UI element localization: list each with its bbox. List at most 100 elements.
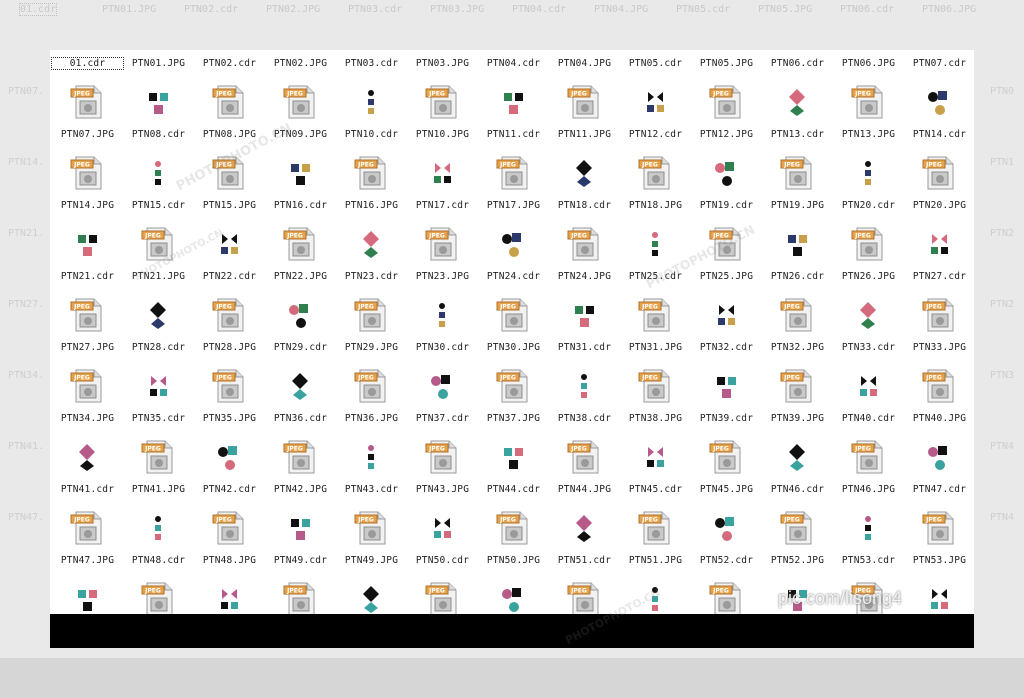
file-item[interactable]: JPEG PTN44.JPG xyxy=(549,436,620,507)
file-item[interactable]: PTN14.cdr xyxy=(904,81,974,152)
file-item[interactable]: JPEG PTN35.JPG xyxy=(194,365,265,436)
file-item[interactable]: JPEG PTN07.JPG xyxy=(52,81,123,152)
file-item[interactable]: JPEG PTN36.JPG xyxy=(336,365,407,436)
file-item[interactable]: PTN20.cdr xyxy=(833,152,904,223)
file-item[interactable]: PTN16.cdr xyxy=(265,152,336,223)
file-item[interactable]: JPEG PTN40.JPG xyxy=(904,365,974,436)
file-item[interactable]: JPEG PTN08.JPG xyxy=(194,81,265,152)
file-item[interactable]: PTN15.cdr xyxy=(123,152,194,223)
file-item[interactable]: PTN29.cdr xyxy=(265,294,336,365)
file-item[interactable]: JPEG xyxy=(691,578,762,614)
file-item[interactable]: PTN37.cdr xyxy=(407,365,478,436)
file-item[interactable]: JPEG xyxy=(549,578,620,614)
file-item[interactable]: JPEG PTN39.JPG xyxy=(762,365,833,436)
file-item[interactable]: PTN26.cdr xyxy=(762,223,833,294)
file-item[interactable]: PTN22.cdr xyxy=(194,223,265,294)
file-item[interactable]: PTN25.cdr xyxy=(620,223,691,294)
file-item[interactable]: JPEG PTN10.JPG xyxy=(407,81,478,152)
file-item[interactable] xyxy=(52,578,123,614)
file-item[interactable]: JPEG PTN01.JPG xyxy=(123,50,194,81)
file-item[interactable]: JPEG PTN37.JPG xyxy=(478,365,549,436)
file-item[interactable]: JPEG PTN53.JPG xyxy=(904,507,974,578)
file-item[interactable]: PTN13.cdr xyxy=(762,81,833,152)
file-item[interactable]: JPEG xyxy=(265,578,336,614)
file-item[interactable]: PTN42.cdr xyxy=(194,436,265,507)
file-item[interactable]: JPEG PTN19.JPG xyxy=(762,152,833,223)
file-item[interactable]: JPEG xyxy=(407,578,478,614)
file-item[interactable]: PTN41.cdr xyxy=(52,436,123,507)
file-item[interactable]: JPEG PTN28.JPG xyxy=(194,294,265,365)
file-item[interactable]: JPEG PTN16.JPG xyxy=(336,152,407,223)
file-item[interactable] xyxy=(478,578,549,614)
file-item[interactable]: PTN38.cdr xyxy=(549,365,620,436)
file-item[interactable]: JPEG PTN06.JPG xyxy=(833,50,904,81)
file-item[interactable]: PTN39.cdr xyxy=(691,365,762,436)
file-item[interactable]: PTN52.cdr xyxy=(691,507,762,578)
file-item[interactable]: JPEG PTN26.JPG xyxy=(833,223,904,294)
file-item[interactable]: JPEG PTN15.JPG xyxy=(194,152,265,223)
file-item[interactable]: PTN51.cdr xyxy=(549,507,620,578)
file-item[interactable]: PTN24.cdr xyxy=(478,223,549,294)
file-item[interactable]: JPEG PTN11.JPG xyxy=(549,81,620,152)
file-item[interactable] xyxy=(620,578,691,614)
file-item[interactable]: PTN46.cdr xyxy=(762,436,833,507)
file-item[interactable]: JPEG PTN22.JPG xyxy=(265,223,336,294)
file-item[interactable]: PTN06.cdr xyxy=(762,50,833,81)
file-item[interactable]: JPEG PTN12.JPG xyxy=(691,81,762,152)
file-item[interactable]: JPEG PTN45.JPG xyxy=(691,436,762,507)
file-item[interactable]: JPEG PTN33.JPG xyxy=(904,294,974,365)
file-item[interactable]: PTN03.cdr xyxy=(336,50,407,81)
file-item[interactable]: PTN33.cdr xyxy=(833,294,904,365)
file-item[interactable]: PTN19.cdr xyxy=(691,152,762,223)
file-item[interactable] xyxy=(904,578,974,614)
file-item[interactable]: PTN43.cdr xyxy=(336,436,407,507)
file-item[interactable]: JPEG PTN14.JPG xyxy=(52,152,123,223)
file-item[interactable]: PTN21.cdr xyxy=(52,223,123,294)
file-item[interactable]: PTN40.cdr xyxy=(833,365,904,436)
file-item[interactable]: 01.cdr xyxy=(51,50,124,81)
file-item[interactable]: JPEG PTN03.JPG xyxy=(407,50,478,81)
file-item[interactable] xyxy=(336,578,407,614)
file-item[interactable]: PTN23.cdr xyxy=(336,223,407,294)
file-item[interactable]: JPEG PTN18.JPG xyxy=(620,152,691,223)
file-item[interactable]: JPEG PTN23.JPG xyxy=(407,223,478,294)
file-item[interactable]: JPEG PTN38.JPG xyxy=(620,365,691,436)
file-item[interactable]: PTN28.cdr xyxy=(123,294,194,365)
file-item[interactable]: JPEG PTN31.JPG xyxy=(620,294,691,365)
file-item[interactable]: JPEG PTN05.JPG xyxy=(691,50,762,81)
file-item[interactable]: JPEG PTN30.JPG xyxy=(478,294,549,365)
file-item[interactable]: JPEG PTN48.JPG xyxy=(194,507,265,578)
file-item[interactable]: JPEG PTN29.JPG xyxy=(336,294,407,365)
file-item[interactable]: PTN11.cdr xyxy=(478,81,549,152)
file-item[interactable]: PTN02.cdr xyxy=(194,50,265,81)
file-item[interactable]: JPEG PTN24.JPG xyxy=(549,223,620,294)
file-item[interactable]: JPEG PTN46.JPG xyxy=(833,436,904,507)
file-item[interactable]: PTN35.cdr xyxy=(123,365,194,436)
file-item[interactable]: JPEG PTN49.JPG xyxy=(336,507,407,578)
file-item[interactable]: PTN12.cdr xyxy=(620,81,691,152)
file-item[interactable]: PTN47.cdr xyxy=(904,436,974,507)
file-item[interactable]: PTN27.cdr xyxy=(904,223,974,294)
file-item[interactable]: PTN07.cdr xyxy=(904,50,974,81)
file-item[interactable]: JPEG PTN34.JPG xyxy=(52,365,123,436)
file-item[interactable]: PTN49.cdr xyxy=(265,507,336,578)
file-item[interactable]: JPEG PTN42.JPG xyxy=(265,436,336,507)
file-item[interactable]: PTN44.cdr xyxy=(478,436,549,507)
file-item[interactable]: PTN32.cdr xyxy=(691,294,762,365)
file-item[interactable]: JPEG PTN02.JPG xyxy=(265,50,336,81)
file-item[interactable]: PTN08.cdr xyxy=(123,81,194,152)
file-item[interactable]: JPEG xyxy=(123,578,194,614)
file-item[interactable]: JPEG PTN04.JPG xyxy=(549,50,620,81)
file-item[interactable]: JPEG PTN27.JPG xyxy=(52,294,123,365)
file-item[interactable]: PTN04.cdr xyxy=(478,50,549,81)
file-item[interactable]: JPEG PTN09.JPG xyxy=(265,81,336,152)
file-item[interactable]: PTN31.cdr xyxy=(549,294,620,365)
file-item[interactable]: JPEG PTN13.JPG xyxy=(833,81,904,152)
file-item[interactable]: JPEG PTN52.JPG xyxy=(762,507,833,578)
file-item[interactable]: PTN53.cdr xyxy=(833,507,904,578)
file-item[interactable] xyxy=(194,578,265,614)
file-item[interactable]: JPEG PTN51.JPG xyxy=(620,507,691,578)
file-item[interactable]: JPEG PTN21.JPG xyxy=(123,223,194,294)
file-item[interactable]: PTN05.cdr xyxy=(620,50,691,81)
file-item[interactable]: JPEG PTN20.JPG xyxy=(904,152,974,223)
